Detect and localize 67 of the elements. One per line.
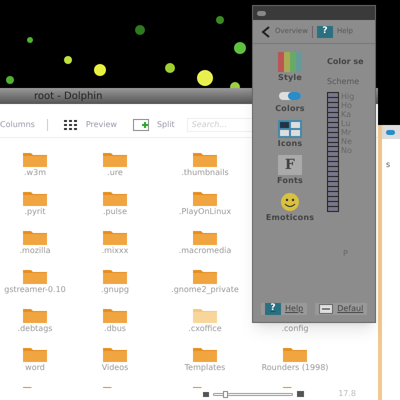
folder-label[interactable]: .w3m bbox=[0, 168, 70, 177]
category-item[interactable]: Emoticons bbox=[266, 192, 314, 224]
folder-icon bbox=[102, 189, 128, 207]
folder-label[interactable]: .thumbnails bbox=[170, 168, 240, 177]
folder-icon bbox=[192, 189, 218, 207]
folder-label[interactable]: .ure bbox=[80, 168, 150, 177]
folder-label[interactable]: Templates bbox=[170, 363, 240, 372]
folder-label[interactable]: .PlayOnLinux bbox=[170, 207, 240, 216]
zoom-out-icon bbox=[203, 392, 210, 396]
palette-stripes-icon bbox=[278, 52, 302, 72]
zoom-in-icon bbox=[297, 391, 304, 397]
folder-icon bbox=[22, 189, 48, 207]
footer-button[interactable]: Defaul bbox=[315, 303, 368, 315]
dialog-text: s bbox=[386, 159, 392, 171]
toolbar-button[interactable]: Split bbox=[128, 118, 175, 130]
folder-label[interactable]: .pyrit bbox=[0, 207, 70, 216]
help-icon: ? bbox=[316, 26, 333, 38]
footer-button[interactable]: ? Help bbox=[261, 303, 308, 315]
folder-label[interactable]: .mixxx bbox=[80, 246, 150, 255]
folder-label[interactable]: .mozilla bbox=[0, 246, 70, 255]
folder-icon bbox=[22, 150, 48, 168]
folder-icon bbox=[192, 228, 218, 246]
folder-label[interactable]: .config bbox=[260, 324, 330, 333]
folder-icon bbox=[102, 306, 128, 324]
folder-icon bbox=[102, 150, 128, 168]
letter-f-icon: F bbox=[278, 155, 302, 175]
section-heading: Color se bbox=[327, 56, 365, 68]
dots-grid-icon bbox=[64, 120, 78, 130]
status-text: 17.8 bbox=[338, 388, 356, 400]
folder-icon bbox=[192, 267, 218, 285]
category-item[interactable]: Style bbox=[278, 52, 302, 84]
folder-label[interactable]: Videos bbox=[80, 363, 150, 372]
folder-label[interactable]: Rounders (1998) bbox=[260, 363, 330, 372]
window-menu-icon bbox=[257, 10, 266, 16]
folder-icon bbox=[282, 345, 308, 363]
split-view-icon bbox=[132, 118, 149, 130]
folder-label[interactable]: .dbus bbox=[80, 324, 150, 333]
folder-icon bbox=[102, 345, 128, 363]
folder-icon bbox=[102, 267, 128, 285]
category-item[interactable]: Colors bbox=[275, 89, 305, 115]
folder-icon bbox=[192, 150, 218, 168]
folder-icon bbox=[22, 306, 48, 324]
help-icon: ? bbox=[265, 303, 281, 315]
folder-icon bbox=[22, 267, 48, 285]
category-item[interactable]: Icons bbox=[278, 120, 302, 150]
folder-label[interactable]: .debtags bbox=[0, 324, 70, 333]
folder-label[interactable]: .macromedia bbox=[170, 246, 240, 255]
grid-window-icon bbox=[278, 120, 302, 138]
window-title: root - Dolphin bbox=[34, 90, 102, 104]
folder-icon bbox=[22, 345, 48, 363]
folder-icon bbox=[22, 228, 48, 246]
toolbar-button[interactable]: Preview bbox=[60, 118, 117, 130]
toggle-pill-icon bbox=[278, 89, 302, 103]
folder-label[interactable]: gstreamer-0.10 bbox=[0, 285, 70, 294]
smiley-icon bbox=[280, 192, 300, 212]
folder-label[interactable]: .gnome2_private bbox=[170, 285, 240, 294]
toggle-pill-icon bbox=[386, 130, 395, 134]
folder-label[interactable]: .gnupg bbox=[80, 285, 150, 294]
folder-icon bbox=[192, 306, 218, 324]
folder-label[interactable]: word bbox=[0, 363, 70, 372]
folder-icon bbox=[192, 345, 218, 363]
folder-label[interactable]: .cxoffice bbox=[170, 324, 240, 333]
category-item[interactable]: F Fonts bbox=[277, 155, 303, 187]
zoom-slider[interactable] bbox=[213, 392, 294, 396]
folder-label[interactable]: .pulse bbox=[80, 207, 150, 216]
folder-icon bbox=[102, 228, 128, 246]
toolbar-button[interactable]: Columns bbox=[0, 118, 48, 130]
